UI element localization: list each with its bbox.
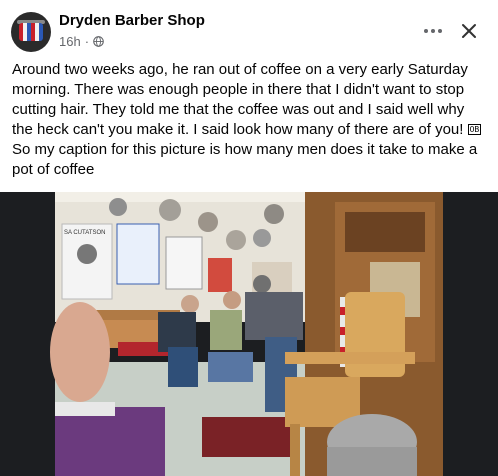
hanging-ornament <box>264 204 284 224</box>
missing-emoji-glyph: OB <box>467 124 482 135</box>
photo-letterbox-left <box>0 192 55 476</box>
ceiling <box>55 192 305 202</box>
man-sitting-head <box>181 295 199 313</box>
photo-letterbox-right <box>443 192 498 476</box>
caption-line: the heck can't you make it. I said look … <box>12 120 488 140</box>
adirondack-chair-back <box>345 292 405 377</box>
page-avatar[interactable] <box>11 12 51 52</box>
barbershop-photo: SA CUTATSON <box>0 192 498 476</box>
post-header: Dryden Barber Shop 16h · <box>0 0 498 58</box>
man-crouching-head <box>223 291 241 309</box>
post-photo[interactable]: SA CUTATSON <box>0 192 498 476</box>
caption-line-text: the heck can't you make it. I said look … <box>12 121 464 138</box>
more-dot-icon <box>438 29 442 33</box>
post-meta: 16h · <box>59 34 104 49</box>
trash-can <box>327 447 417 476</box>
wall-poster-sketch <box>165 236 203 290</box>
close-icon <box>462 24 476 38</box>
post-timestamp[interactable]: 16h <box>59 34 81 49</box>
page-name-link[interactable]: Dryden Barber Shop <box>59 12 205 29</box>
man-standing-head <box>253 275 271 293</box>
customer-cape <box>55 407 165 476</box>
caption-line: Around two weeks ago, he ran out of coff… <box>12 61 468 78</box>
hanging-ornament <box>198 212 218 232</box>
floor-rug <box>202 417 292 457</box>
more-options-button[interactable] <box>418 16 448 46</box>
man-sitting-legs <box>168 347 198 387</box>
man-standing-plaid-shirt <box>245 292 303 340</box>
poster-header-text: SA CUTATSON <box>64 230 105 236</box>
hanging-ornament <box>253 229 271 247</box>
hanging-ornament <box>109 198 127 216</box>
post-caption: Around two weeks ago, he ran out of coff… <box>12 60 488 180</box>
globe-icon[interactable] <box>93 36 104 47</box>
more-dot-icon <box>431 29 435 33</box>
wall-poster-blue <box>116 223 160 285</box>
customer-head <box>50 302 110 402</box>
man-sitting-body <box>158 312 196 352</box>
caption-line: So my caption for this picture is how ma… <box>12 141 478 158</box>
poster-portrait <box>77 244 97 264</box>
caption-line: morning. There was enough people in ther… <box>12 81 465 98</box>
caption-line: cutting hair. They told me that the coff… <box>12 101 465 118</box>
caption-line: pot of coffee <box>12 161 95 178</box>
man-crouching-legs <box>208 352 253 382</box>
wall-poster-red <box>208 258 232 292</box>
facebook-post: Dryden Barber Shop 16h · Around two week… <box>0 0 498 476</box>
meta-separator: · <box>84 34 90 49</box>
adirondack-chair-arm <box>285 352 415 364</box>
barber-pole-logo <box>19 23 43 41</box>
wall-shelf <box>345 212 425 252</box>
more-dot-icon <box>424 29 428 33</box>
hanging-ornament <box>159 199 181 221</box>
man-crouching-vest <box>210 310 242 350</box>
hanging-ornament <box>226 230 246 250</box>
customer-collar <box>55 402 115 416</box>
close-button[interactable] <box>454 16 484 46</box>
